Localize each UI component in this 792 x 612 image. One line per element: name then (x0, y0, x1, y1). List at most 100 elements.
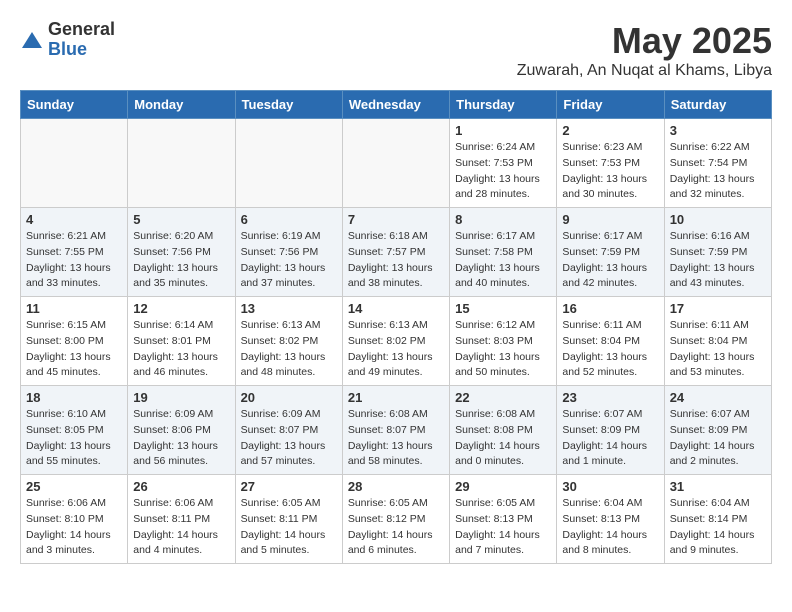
day-info: Sunrise: 6:09 AM Sunset: 8:07 PM Dayligh… (241, 407, 337, 470)
day-info: Sunrise: 6:06 AM Sunset: 8:10 PM Dayligh… (26, 496, 122, 559)
day-info: Sunrise: 6:22 AM Sunset: 7:54 PM Dayligh… (670, 140, 766, 203)
day-number: 25 (26, 479, 122, 494)
day-number: 6 (241, 212, 337, 227)
day-info: Sunrise: 6:16 AM Sunset: 7:59 PM Dayligh… (670, 229, 766, 292)
calendar-cell: 30 Sunrise: 6:04 AM Sunset: 8:13 PM Dayli… (557, 475, 664, 564)
day-info: Sunrise: 6:15 AM Sunset: 8:00 PM Dayligh… (26, 318, 122, 381)
day-number: 14 (348, 301, 444, 316)
calendar-cell: 31 Sunrise: 6:04 AM Sunset: 8:14 PM Dayli… (664, 475, 771, 564)
calendar-cell: 14 Sunrise: 6:13 AM Sunset: 8:02 PM Dayli… (342, 297, 449, 386)
calendar-cell: 9Sunrise: 6:17 AM Sunset: 7:59 PM Daylig… (557, 208, 664, 297)
day-info: Sunrise: 6:04 AM Sunset: 8:14 PM Dayligh… (670, 496, 766, 559)
calendar-cell: 20 Sunrise: 6:09 AM Sunset: 8:07 PM Dayli… (235, 386, 342, 475)
day-info: Sunrise: 6:10 AM Sunset: 8:05 PM Dayligh… (26, 407, 122, 470)
day-number: 21 (348, 390, 444, 405)
calendar-week-row: 18 Sunrise: 6:10 AM Sunset: 8:05 PM Dayli… (21, 386, 772, 475)
day-info: Sunrise: 6:08 AM Sunset: 8:08 PM Dayligh… (455, 407, 551, 470)
logo-text: General Blue (48, 20, 115, 60)
day-info: Sunrise: 6:08 AM Sunset: 8:07 PM Dayligh… (348, 407, 444, 470)
calendar-cell: 2Sunrise: 6:23 AM Sunset: 7:53 PM Daylig… (557, 119, 664, 208)
calendar-week-row: 25 Sunrise: 6:06 AM Sunset: 8:10 PM Dayli… (21, 475, 772, 564)
day-number: 18 (26, 390, 122, 405)
day-info: Sunrise: 6:20 AM Sunset: 7:56 PM Dayligh… (133, 229, 229, 292)
day-number: 17 (670, 301, 766, 316)
day-number: 31 (670, 479, 766, 494)
weekday-header: Wednesday (342, 91, 449, 119)
weekday-header: Tuesday (235, 91, 342, 119)
day-number: 24 (670, 390, 766, 405)
calendar-cell: 15Sunrise: 6:12 AM Sunset: 8:03 PM Dayli… (450, 297, 557, 386)
day-info: Sunrise: 6:05 AM Sunset: 8:13 PM Dayligh… (455, 496, 551, 559)
day-info: Sunrise: 6:13 AM Sunset: 8:02 PM Dayligh… (348, 318, 444, 381)
day-info: Sunrise: 6:19 AM Sunset: 7:56 PM Dayligh… (241, 229, 337, 292)
day-number: 3 (670, 123, 766, 138)
calendar-cell: 29 Sunrise: 6:05 AM Sunset: 8:13 PM Dayli… (450, 475, 557, 564)
day-info: Sunrise: 6:09 AM Sunset: 8:06 PM Dayligh… (133, 407, 229, 470)
calendar-week-row: 11Sunrise: 6:15 AM Sunset: 8:00 PM Dayli… (21, 297, 772, 386)
calendar-cell: 26 Sunrise: 6:06 AM Sunset: 8:11 PM Dayli… (128, 475, 235, 564)
day-info: Sunrise: 6:07 AM Sunset: 8:09 PM Dayligh… (562, 407, 658, 470)
day-info: Sunrise: 6:05 AM Sunset: 8:11 PM Dayligh… (241, 496, 337, 559)
calendar-cell: 8Sunrise: 6:17 AM Sunset: 7:58 PM Daylig… (450, 208, 557, 297)
day-number: 8 (455, 212, 551, 227)
calendar-cell: 23Sunrise: 6:07 AM Sunset: 8:09 PM Dayli… (557, 386, 664, 475)
day-info: Sunrise: 6:21 AM Sunset: 7:55 PM Dayligh… (26, 229, 122, 292)
calendar-cell: 16 Sunrise: 6:11 AM Sunset: 8:04 PM Dayli… (557, 297, 664, 386)
calendar-cell: 4 Sunrise: 6:21 AM Sunset: 7:55 PM Daylig… (21, 208, 128, 297)
calendar-cell: 21 Sunrise: 6:08 AM Sunset: 8:07 PM Dayli… (342, 386, 449, 475)
day-number: 28 (348, 479, 444, 494)
day-number: 15 (455, 301, 551, 316)
calendar-cell: 10Sunrise: 6:16 AM Sunset: 7:59 PM Dayli… (664, 208, 771, 297)
day-info: Sunrise: 6:11 AM Sunset: 8:04 PM Dayligh… (670, 318, 766, 381)
weekday-header: Sunday (21, 91, 128, 119)
day-info: Sunrise: 6:24 AM Sunset: 7:53 PM Dayligh… (455, 140, 551, 203)
location: Zuwarah, An Nuqat al Khams, Libya (517, 62, 772, 80)
page-header: General Blue May 2025 Zuwarah, An Nuqat … (20, 20, 772, 80)
day-number: 20 (241, 390, 337, 405)
day-info: Sunrise: 6:11 AM Sunset: 8:04 PM Dayligh… (562, 318, 658, 381)
logo: General Blue (20, 20, 115, 60)
calendar-cell: 22 Sunrise: 6:08 AM Sunset: 8:08 PM Dayli… (450, 386, 557, 475)
calendar-cell: 28 Sunrise: 6:05 AM Sunset: 8:12 PM Dayli… (342, 475, 449, 564)
day-number: 9 (562, 212, 658, 227)
calendar-cell: 6 Sunrise: 6:19 AM Sunset: 7:56 PM Daylig… (235, 208, 342, 297)
calendar-week-row: 4 Sunrise: 6:21 AM Sunset: 7:55 PM Daylig… (21, 208, 772, 297)
day-number: 29 (455, 479, 551, 494)
day-number: 30 (562, 479, 658, 494)
day-number: 16 (562, 301, 658, 316)
day-number: 5 (133, 212, 229, 227)
title-section: May 2025 Zuwarah, An Nuqat al Khams, Lib… (517, 20, 772, 80)
day-info: Sunrise: 6:23 AM Sunset: 7:53 PM Dayligh… (562, 140, 658, 203)
day-number: 4 (26, 212, 122, 227)
day-info: Sunrise: 6:14 AM Sunset: 8:01 PM Dayligh… (133, 318, 229, 381)
calendar-cell: 18 Sunrise: 6:10 AM Sunset: 8:05 PM Dayli… (21, 386, 128, 475)
calendar-cell: 24 Sunrise: 6:07 AM Sunset: 8:09 PM Dayli… (664, 386, 771, 475)
calendar-cell: 13 Sunrise: 6:13 AM Sunset: 8:02 PM Dayli… (235, 297, 342, 386)
day-info: Sunrise: 6:07 AM Sunset: 8:09 PM Dayligh… (670, 407, 766, 470)
logo-icon (20, 30, 44, 54)
day-info: Sunrise: 6:04 AM Sunset: 8:13 PM Dayligh… (562, 496, 658, 559)
logo-blue: Blue (48, 40, 115, 60)
day-number: 26 (133, 479, 229, 494)
day-info: Sunrise: 6:13 AM Sunset: 8:02 PM Dayligh… (241, 318, 337, 381)
calendar-cell: 11Sunrise: 6:15 AM Sunset: 8:00 PM Dayli… (21, 297, 128, 386)
calendar-cell: 1 Sunrise: 6:24 AM Sunset: 7:53 PM Daylig… (450, 119, 557, 208)
day-info: Sunrise: 6:05 AM Sunset: 8:12 PM Dayligh… (348, 496, 444, 559)
calendar-cell: 17 Sunrise: 6:11 AM Sunset: 8:04 PM Dayli… (664, 297, 771, 386)
month-title: May 2025 (517, 20, 772, 62)
logo-general: General (48, 20, 115, 40)
day-number: 22 (455, 390, 551, 405)
day-number: 13 (241, 301, 337, 316)
calendar-cell (235, 119, 342, 208)
weekday-header: Friday (557, 91, 664, 119)
day-info: Sunrise: 6:06 AM Sunset: 8:11 PM Dayligh… (133, 496, 229, 559)
weekday-header-row: SundayMondayTuesdayWednesdayThursdayFrid… (21, 91, 772, 119)
calendar-cell (342, 119, 449, 208)
day-number: 7 (348, 212, 444, 227)
day-number: 1 (455, 123, 551, 138)
day-info: Sunrise: 6:18 AM Sunset: 7:57 PM Dayligh… (348, 229, 444, 292)
day-number: 27 (241, 479, 337, 494)
calendar: SundayMondayTuesdayWednesdayThursdayFrid… (20, 90, 772, 564)
calendar-cell: 25 Sunrise: 6:06 AM Sunset: 8:10 PM Dayli… (21, 475, 128, 564)
calendar-cell: 19Sunrise: 6:09 AM Sunset: 8:06 PM Dayli… (128, 386, 235, 475)
